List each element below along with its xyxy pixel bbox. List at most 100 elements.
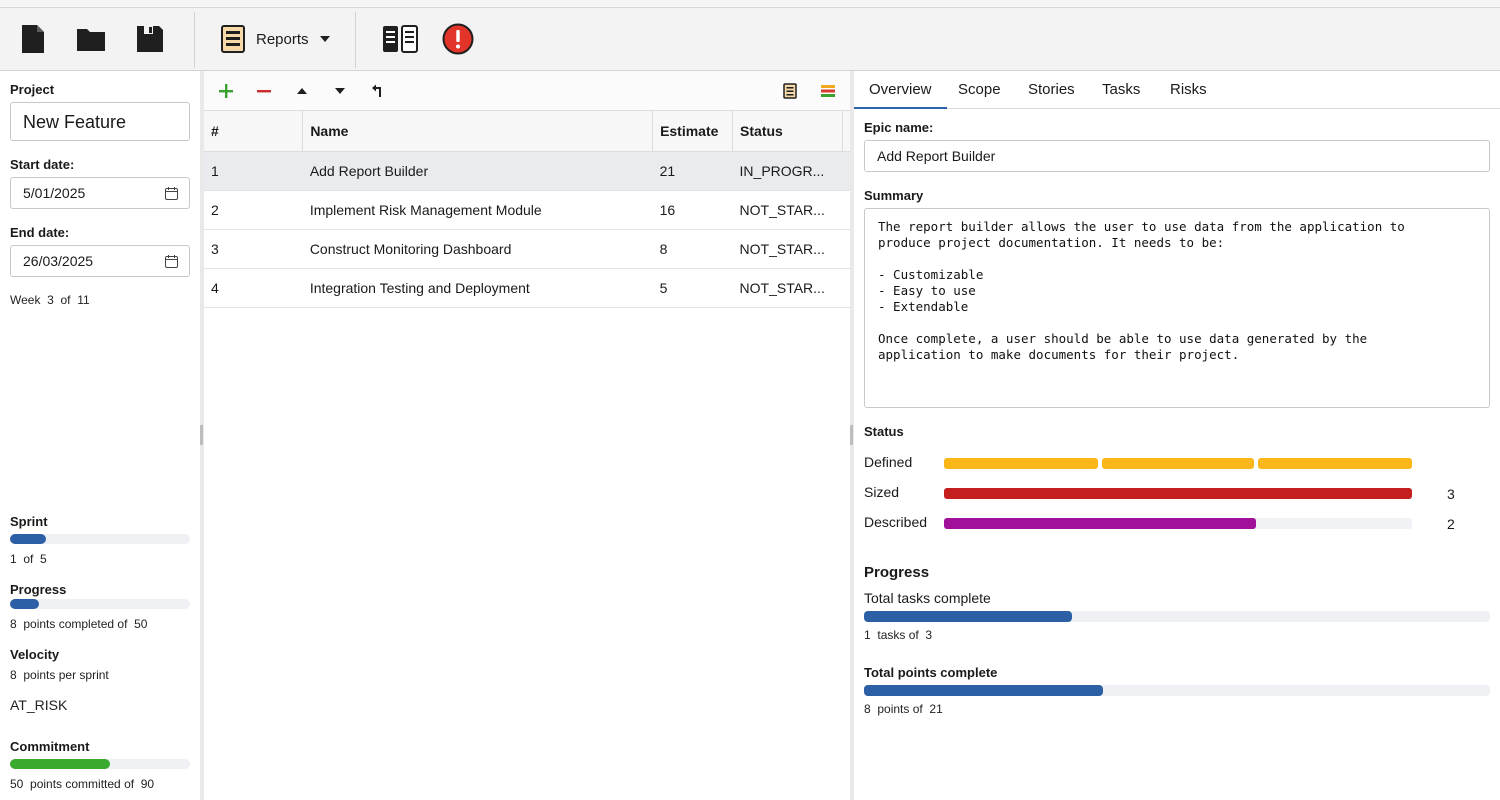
- calendar-icon[interactable]: [165, 255, 178, 268]
- tab-tasks[interactable]: Tasks: [1087, 71, 1155, 109]
- row-name: Add Report Builder: [302, 151, 653, 191]
- column-header-name[interactable]: Name: [302, 111, 654, 152]
- week-current: 3: [47, 293, 54, 307]
- alert-icon: [442, 23, 474, 55]
- detail-tabs: Overview Scope Stories Tasks Risks: [854, 71, 1500, 109]
- new-file-button[interactable]: [13, 18, 53, 60]
- calendar-icon[interactable]: [165, 187, 178, 200]
- project-name-field[interactable]: New Feature: [10, 102, 190, 141]
- main-toolbar: Reports: [0, 8, 1500, 71]
- alert-button[interactable]: [438, 18, 478, 60]
- velocity-label: Velocity: [10, 647, 60, 662]
- start-date-label: Start date:: [10, 157, 75, 172]
- move-down-button[interactable]: [327, 80, 353, 102]
- row-estimate: 8: [652, 229, 733, 269]
- tasks-text: tasks of: [877, 628, 919, 642]
- epic-name-value: Add Report Builder: [877, 148, 996, 164]
- epic-list-panel: # Name Estimate Status 1 Add Report Buil…: [204, 71, 850, 800]
- tab-risks[interactable]: Risks: [1155, 71, 1222, 109]
- column-header-estimate[interactable]: Estimate: [652, 111, 734, 152]
- table-header-row: # Name Estimate Status: [204, 111, 850, 152]
- row-filler: [842, 229, 850, 269]
- tab-scope[interactable]: Scope: [943, 71, 1016, 109]
- column-header-number[interactable]: #: [204, 111, 304, 152]
- move-up-icon: [297, 88, 307, 94]
- status-sized-label: Sized: [864, 484, 900, 500]
- progress-total: 50: [134, 617, 148, 631]
- sized-bar-fill: [944, 488, 1412, 499]
- save-icon: [137, 26, 163, 52]
- start-date-picker[interactable]: 5/01/2025: [10, 177, 190, 209]
- velocity-value: 8 points per sprint: [10, 668, 109, 682]
- points-text: points of: [877, 702, 923, 716]
- commitment-bar: [10, 759, 190, 769]
- sprint-bar: [10, 534, 190, 544]
- sprint-total: 5: [40, 552, 47, 566]
- epic-name-label: Epic name:: [864, 120, 934, 135]
- points-total: 21: [929, 702, 943, 716]
- row-filler: [842, 151, 850, 191]
- color-bars-button[interactable]: [815, 80, 841, 102]
- commitment-points: 50: [10, 777, 24, 791]
- row-number: 4: [204, 268, 303, 308]
- column-header-status[interactable]: Status: [732, 111, 843, 152]
- commitment-label: Commitment: [10, 739, 90, 754]
- epic-list-toolbar: [204, 71, 850, 111]
- sized-bar: [944, 488, 1412, 499]
- window-top-strip: [0, 0, 1500, 8]
- reports-dropdown-button[interactable]: Reports: [214, 18, 337, 60]
- reports-icon: [221, 25, 245, 53]
- outdent-button[interactable]: [365, 80, 391, 102]
- progress-bar: [10, 599, 190, 609]
- tasks-progress-bar: [864, 611, 1490, 622]
- table-row[interactable]: 2 Implement Risk Management Module 16 NO…: [204, 190, 850, 230]
- points-complete-label: Total points complete: [864, 665, 998, 680]
- splitter-grip[interactable]: [850, 425, 853, 445]
- end-date-value: 26/03/2025: [23, 253, 94, 269]
- row-name: Implement Risk Management Module: [302, 190, 653, 230]
- defined-segment: [1258, 458, 1412, 469]
- tasks-progress-fill: [864, 611, 1073, 622]
- row-name: Integration Testing and Deployment: [302, 268, 653, 308]
- tab-stories[interactable]: Stories: [1013, 71, 1090, 109]
- described-bar: [944, 518, 1412, 529]
- report-icon: [783, 83, 797, 99]
- layout-toggle-button[interactable]: [380, 18, 420, 60]
- row-status: IN_PROGR...: [732, 151, 843, 191]
- project-name-value: New Feature: [23, 112, 127, 132]
- commitment-total: 90: [140, 777, 155, 791]
- summary-label: Summary: [864, 188, 924, 203]
- week-word: Week: [10, 293, 41, 307]
- table-row[interactable]: 1 Add Report Builder 21 IN_PROGR...: [204, 151, 850, 191]
- reports-label: Reports: [256, 30, 309, 48]
- progress-bar-fill: [10, 599, 39, 609]
- end-date-picker[interactable]: 26/03/2025: [10, 245, 190, 277]
- status-described-label: Described: [864, 514, 928, 530]
- table-row[interactable]: 3 Construct Monitoring Dashboard 8 NOT_S…: [204, 229, 850, 269]
- progress-label: Progress: [10, 582, 67, 597]
- add-epic-button[interactable]: [213, 80, 239, 102]
- epic-detail-panel: Overview Scope Stories Tasks Risks Epic …: [854, 71, 1500, 800]
- commitment-bar-fill: [10, 759, 111, 769]
- project-label: Project: [10, 82, 55, 97]
- remove-icon: [257, 90, 271, 93]
- tab-overview[interactable]: Overview: [854, 71, 947, 109]
- open-folder-button[interactable]: [71, 18, 111, 60]
- row-filler: [842, 190, 850, 230]
- tasks-complete-label: Total tasks complete: [864, 590, 991, 606]
- epic-name-field[interactable]: Add Report Builder: [864, 140, 1490, 172]
- report-button[interactable]: [777, 80, 803, 102]
- table-row[interactable]: 4 Integration Testing and Deployment 5 N…: [204, 268, 850, 308]
- summary-textarea[interactable]: The report builder allows the user to us…: [864, 208, 1490, 408]
- row-number: 2: [204, 190, 303, 230]
- remove-epic-button[interactable]: [251, 80, 277, 102]
- save-button[interactable]: [130, 18, 170, 60]
- column-header-filler: [842, 111, 850, 152]
- splitter-grip[interactable]: [200, 425, 203, 445]
- chevron-down-icon: [319, 36, 330, 42]
- week-of: of: [60, 293, 71, 307]
- status-defined-label: Defined: [864, 454, 913, 470]
- progress-section-label: Progress: [864, 564, 930, 581]
- move-up-button[interactable]: [289, 80, 315, 102]
- summary-text: The report builder allows the user to us…: [878, 219, 1405, 362]
